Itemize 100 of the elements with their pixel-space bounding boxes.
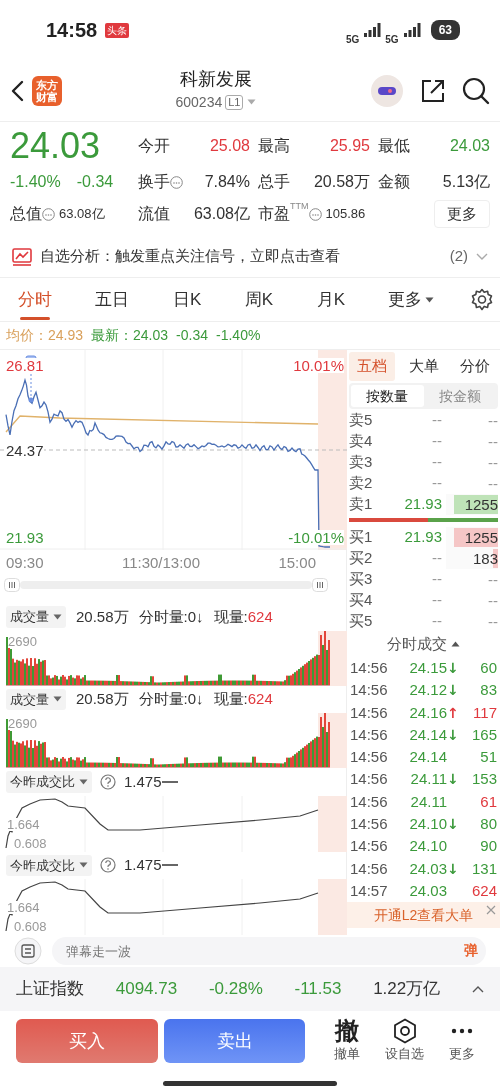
stat-value: 5.13亿 xyxy=(442,172,490,192)
indicator-dropdown[interactable]: 成交量 xyxy=(6,688,66,711)
indicator-dropdown[interactable]: 成交量 xyxy=(6,606,66,628)
level-tag: L1 xyxy=(225,94,244,110)
slider-handle[interactable] xyxy=(312,578,328,593)
trade-time: 14:56 xyxy=(350,791,389,812)
legend-line-icon xyxy=(161,863,178,868)
bid-ask-volume: -- xyxy=(488,570,498,588)
stat-value: 63.08亿 xyxy=(193,204,250,224)
trade-volume: 60 xyxy=(479,658,497,678)
mode-toggle[interactable]: 按数量 xyxy=(351,385,424,407)
order-book-tab[interactable]: 五档 xyxy=(349,352,395,381)
back-icon[interactable] xyxy=(10,79,24,102)
chart-tab[interactable]: 周K xyxy=(236,280,282,319)
trade-arrow: ↓ xyxy=(447,860,459,877)
caret-icon xyxy=(247,99,257,106)
bid-ask-price: -- xyxy=(431,611,443,631)
more-button[interactable]: 更多 xyxy=(434,199,490,229)
sell-button[interactable]: 卖出 xyxy=(164,1019,305,1063)
trade-arrow: ↓ xyxy=(447,771,459,788)
avatar-icon[interactable] xyxy=(370,73,404,108)
line-chart-icon xyxy=(12,247,32,266)
stat-label: 换手 xyxy=(138,172,170,192)
stock-code: 600234 xyxy=(175,92,223,112)
index-turnover: 1.22万亿 xyxy=(373,978,441,1001)
caret-up-icon xyxy=(451,641,460,647)
current-volume-value: 624 xyxy=(247,689,273,710)
trade-time: 14:56 xyxy=(350,858,389,879)
time-label: 09:30 xyxy=(6,552,44,573)
change-amount: -0.34 xyxy=(176,326,208,345)
bid-ask-price: -- xyxy=(431,452,443,472)
bid-ask-price: -- xyxy=(431,590,443,610)
chart-tab[interactable]: 日K xyxy=(164,280,210,319)
stock-name: 科新发展 xyxy=(180,68,252,92)
change-amount: -0.34 xyxy=(76,172,114,192)
slider-handle[interactable] xyxy=(4,578,20,593)
trade-volume: 117 xyxy=(472,702,497,723)
list-icon[interactable] xyxy=(14,937,42,965)
search-icon[interactable] xyxy=(462,76,490,105)
level-label: 买3 xyxy=(349,569,374,589)
indicator-dropdown[interactable]: 今昨成交比 xyxy=(6,771,92,793)
axis-label: 2690 xyxy=(8,634,37,648)
trade-arrow: ↓ xyxy=(447,660,459,676)
help-icon[interactable] xyxy=(100,857,116,874)
bid-ask-volume: -- xyxy=(488,474,498,492)
chart-tab[interactable]: 月K xyxy=(308,280,353,319)
volume-total: 20.58万 xyxy=(76,689,129,710)
help-icon[interactable] xyxy=(100,773,116,790)
bid-ask-price: -- xyxy=(431,410,443,430)
trade-price: 24.10 xyxy=(409,836,447,857)
trade-time: 14:56 xyxy=(350,814,389,835)
order-book-tab[interactable]: 分价 xyxy=(452,352,498,381)
trade-volume: 83 xyxy=(479,680,497,701)
axis-label: 21.93 xyxy=(6,530,44,545)
trade-price: 24.12 xyxy=(409,680,447,701)
settings-icon[interactable] xyxy=(469,287,494,312)
latest-price-label: 最新： xyxy=(91,326,134,345)
trade-time: 14:56 xyxy=(350,836,389,857)
trade-volume: 51 xyxy=(479,747,497,768)
sell-ratio-bar xyxy=(427,518,498,522)
bid-ask-volume: -- xyxy=(488,411,498,429)
chart-tab[interactable]: 五日 xyxy=(87,280,138,319)
chart-tab[interactable]: 更多 xyxy=(380,280,443,319)
index-change-percent: -0.28% xyxy=(208,978,263,1001)
close-icon[interactable] xyxy=(486,905,496,916)
axis-label: 2690 xyxy=(8,717,37,731)
toolbar-button[interactable]: 设自选 xyxy=(376,1018,433,1064)
analysis-text[interactable]: 自选分析：触发重点关注信号，立即点击查看 xyxy=(40,245,340,268)
trade-volume: 131 xyxy=(470,858,497,879)
current-volume-label: 现量: xyxy=(213,689,248,710)
trade-arrow: ↑ xyxy=(447,704,459,721)
bid-ask-price: -- xyxy=(431,569,443,589)
trade-price: 24.03 xyxy=(409,858,447,879)
hexagon-icon xyxy=(392,1018,417,1045)
chart-tab[interactable]: 分时 xyxy=(10,280,60,319)
arrow-label: ↓ xyxy=(196,606,204,627)
indicator-dropdown[interactable]: 今昨成交比 xyxy=(6,854,92,877)
stat-value: 24.03 xyxy=(449,136,490,156)
trade-volume: 90 xyxy=(479,836,497,857)
trade-volume: 80 xyxy=(479,814,497,835)
chevron-up-icon[interactable] xyxy=(471,985,484,993)
status-badge: 头条 xyxy=(105,22,130,38)
battery-indicator: 63 xyxy=(430,20,460,40)
trade-price: 24.14 xyxy=(409,724,447,745)
share-icon[interactable] xyxy=(420,77,446,104)
bid-ask-volume: 183 xyxy=(472,549,498,567)
stat-label: 流值 xyxy=(138,204,170,224)
stat-label: 最低 xyxy=(378,136,410,156)
trade-price: 24.11 xyxy=(410,791,447,812)
dots-circle-icon xyxy=(308,207,322,221)
axis-label: 26.81 xyxy=(6,358,44,373)
order-book-tab[interactable]: 大单 xyxy=(400,352,447,381)
stat-value: 20.58万 xyxy=(313,172,370,192)
trade-volume: 624 xyxy=(470,880,497,901)
toolbar-button[interactable]: 撤 撤单 xyxy=(319,1018,375,1064)
bid-ask-volume: -- xyxy=(488,591,498,609)
interval-volume-label: 分时量: xyxy=(138,606,188,627)
toolbar-button[interactable]: 更多 xyxy=(434,1018,490,1064)
level-label: 卖3 xyxy=(349,452,374,472)
time-label: 11:30/13:00 xyxy=(121,552,201,573)
